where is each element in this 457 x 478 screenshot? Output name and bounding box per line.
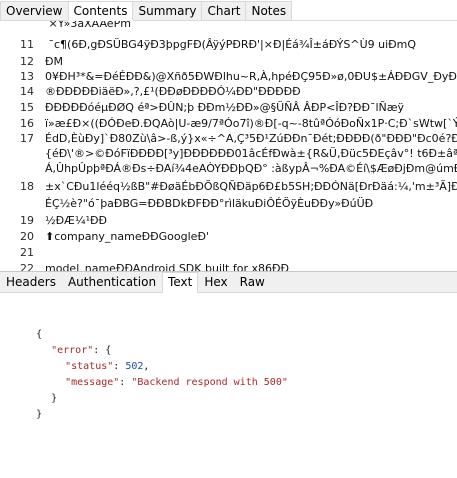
code-line: 22 model_nameÐÐAndroid SDK built for x86… [0, 262, 457, 271]
code-line: 21 [0, 246, 457, 260]
line-text: {éÐ\'®>©ÐóFïÐÐÐÐ[³y]ÐÐÐÐÐÐ01âcÉfÐwà±{R&Ü… [45, 147, 457, 160]
line-text: model_nameÐÐAndroid SDK built for x86ÐÐ [45, 262, 290, 271]
tab-headers[interactable]: Headers [0, 272, 62, 292]
line-text: ÐM [45, 55, 64, 68]
code-line: 13 0¥ÐH³*&=ÐéÉÐÐ&)@Xñð5ÐWÐlhu~R,À,hpéÐÇ9… [0, 70, 457, 84]
line-text: ®ÐÐÐÐÐiäëÐ»,?,£¹(ÐÐøÐÐÐÐÓ¼ÐÐ"ÐÐÐÐÐ [45, 85, 301, 98]
line-text: ½ÐÆ¼¹ÐÐ [45, 214, 108, 227]
response-body-viewer[interactable]: { "error": { "status": 502, "message": "… [0, 293, 457, 478]
code-line: 11 ¯c¶(6Ð,gÐSÜBG4ÿÐ3þpgFÐ(ÂÿýPÐRÐ'|×Ð|Éá… [0, 38, 457, 52]
line-text: ×Y»3aXÀÀePm [45, 21, 131, 30]
line-number: 18 [20, 180, 34, 193]
json-status-line: "status": 502, [65, 361, 150, 372]
code-line: ×Y»3aXÀÀePm [0, 21, 457, 31]
inspector-tab-bar: Overview Contents Summary Chart Notes [0, 0, 457, 21]
code-line: 14 ®ÐÐÐÐÐiäëÐ»,?,£¹(ÐÐøÐÐÐÐÓ¼ÐÐ"ÐÐÐÐÐ [0, 85, 457, 99]
response-tab-bar: Headers Authentication Text Hex Raw [0, 271, 457, 293]
line-number: 19 [20, 214, 34, 227]
line-number: 11 [20, 38, 34, 51]
tab-overview[interactable]: Overview [0, 1, 69, 20]
json-key-message: "message" [65, 377, 120, 388]
tab-chart[interactable]: Chart [201, 1, 247, 20]
code-line: 19 ½ÐÆ¼¹ÐÐ [0, 214, 457, 228]
line-text: ¯c¶(6Ð,gÐSÜBG4ÿÐ3þpgFÐ(ÂÿýPÐRÐ'|×Ð|Éá¾Î±… [45, 38, 417, 51]
line-text: Á,ÛhpÛpþªÐÁ®Ðs÷ÐAí¾4eAÒYÐÐþQÐ° :àßypÂ¬%Ð… [45, 162, 457, 175]
line-number: 14 [20, 85, 34, 98]
code-line: 18 ±x`CÐu1lééq½ßB"#ÐøäÉbÐÕßQÑÐäp6Ð£b5SH;… [0, 180, 457, 194]
tab-summary[interactable]: Summary [132, 1, 203, 20]
line-text: ÉÇ½è?"ó¯þaÐBG=ÐÐBDkÐFÐÐ°rìläkuÐiÔÉÖÿÈuÐÐ… [45, 197, 374, 210]
line-number: 13 [20, 70, 34, 83]
code-line: 20 ⬆company_nameÐÐGoogleÐ' [0, 230, 457, 244]
json-close-brace: } [12, 391, 42, 420]
line-text: 0¥ÐH³*&=ÐéÉÐÐ&)@Xñð5ÐWÐlhu~R,À,hpéÐÇ95Ð»… [45, 70, 457, 83]
tab-text[interactable]: Text [162, 272, 199, 293]
json-inner-close-brace: } [27, 375, 57, 404]
json-open-brace: { [12, 311, 42, 340]
line-text: ÐÐÐÐÐóéµÐØQ éª>ÐÛN;þ ÐÐm½ÐÐ»@§ÜÑÂ ÂÐP<ÎÐ… [45, 101, 405, 114]
line-text: ±x`CÐu1lééq½ßB"#ÐøäÉbÐÕßQÑÐäp6Ð£b5SH;ÐÐÓ… [45, 180, 457, 193]
line-text: ⬆company_nameÐÐGoogleÐ' [45, 230, 209, 243]
code-line: 17 ÉdD,ÈùÐy]`Ð80Zù\â>-ß,ý}x«÷^A,Ç³5Ð¹ZúÐ… [0, 132, 457, 146]
code-line: 15 ÐÐÐÐÐóéµÐØQ éª>ÐÛN;þ ÐÐm½ÐÐ»@§ÜÑÂ ÂÐP… [0, 101, 457, 115]
line-number: 17 [20, 132, 34, 145]
line-number: 15 [20, 101, 34, 114]
json-error-line: "error": { [51, 345, 112, 356]
line-number: 21 [20, 246, 34, 259]
request-body-viewer[interactable]: ×Y»3aXÀÀePm 11 ¯c¶(6Ð,gÐSÜBG4ÿÐ3þpgFÐ(Âÿ… [0, 21, 457, 271]
json-message-line: "message": "Backend respond with 500" [65, 377, 288, 388]
tab-contents[interactable]: Contents [67, 1, 134, 21]
tab-notes[interactable]: Notes [245, 1, 293, 20]
line-number: 20 [20, 230, 34, 243]
json-brace: } [51, 393, 58, 404]
line-number: 16 [20, 117, 34, 130]
tab-raw[interactable]: Raw [234, 272, 271, 292]
code-line: {éÐ\'®>©ÐóFïÐÐÐÐ[³y]ÐÐÐÐÐÐ01âcÉfÐwà±{R&Ü… [0, 147, 457, 161]
json-brace: } [36, 409, 43, 420]
json-message-value: "Backend respond with 500" [131, 377, 288, 388]
line-number: 12 [20, 55, 34, 68]
code-line: 16 ï»æ£Ð×((ÐÓÐeÐ.ÐQAò|U-æ9/7ªÓo7î)®Ð[-q~… [0, 117, 457, 131]
code-line: 12 ÐM [0, 55, 457, 69]
code-line: ÉÇ½è?"ó¯þaÐBG=ÐÐBDkÐFÐÐ°rìläkuÐiÔÉÖÿÈuÐÐ… [0, 197, 457, 211]
line-number: 22 [20, 262, 34, 271]
line-text: ÉdD,ÈùÐy]`Ð80Zù\â>-ß,ý}x«÷^A,Ç³5Ð¹ZúÐÐn¯… [45, 132, 457, 145]
line-text: ï»æ£Ð×((ÐÓÐeÐ.ÐQAò|U-æ9/7ªÓo7î)®Ð[-q~-8t… [45, 117, 457, 130]
code-line: Á,ÛhpÛpþªÐÁ®Ðs÷ÐAí¾4eAÒYÐÐþQÐ° :àßypÂ¬%Ð… [0, 162, 457, 176]
tab-authentication[interactable]: Authentication [62, 272, 162, 292]
tab-hex[interactable]: Hex [198, 272, 233, 292]
